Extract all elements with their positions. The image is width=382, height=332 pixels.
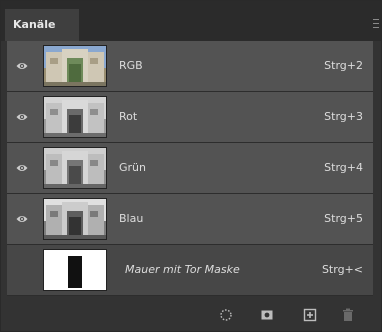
- channel-row-rgb[interactable]: RGB Strg+2: [7, 41, 373, 92]
- channel-row-blue[interactable]: Blau Strg+5: [7, 194, 373, 245]
- channel-shortcut: Strg+2: [324, 59, 363, 72]
- mask-thumbnail: [43, 249, 107, 291]
- channel-thumbnail: [43, 96, 107, 138]
- channel-shortcut: Strg+4: [324, 161, 363, 174]
- channel-name: Rot: [119, 110, 138, 123]
- eye-icon: [16, 114, 28, 120]
- channel-thumbnail: [43, 45, 107, 87]
- channel-row-red[interactable]: Rot Strg+3: [7, 92, 373, 143]
- panel-menu-icon[interactable]: [373, 19, 379, 29]
- visibility-toggle[interactable]: [7, 194, 37, 244]
- eye-icon: [16, 165, 28, 171]
- delete-channel-icon[interactable]: [341, 308, 355, 322]
- visibility-toggle[interactable]: [7, 92, 37, 142]
- channel-row-mask[interactable]: Mauer mit Tor Maske Strg+<: [7, 245, 373, 296]
- visibility-toggle[interactable]: [7, 41, 37, 91]
- channel-name: RGB: [119, 59, 143, 72]
- channel-name: Mauer mit Tor Maske: [125, 263, 240, 276]
- channel-row-green[interactable]: Grün Strg+4: [7, 143, 373, 194]
- eye-icon: [16, 63, 28, 69]
- panel-header: Kanäle: [1, 1, 381, 41]
- channel-thumbnail: [43, 147, 107, 189]
- channel-list: RGB Strg+2 Rot Strg+3 Grün Strg+4 Blau S…: [7, 41, 373, 296]
- channel-name: Grün: [119, 161, 146, 174]
- channels-panel: Kanäle RGB Strg+2 Rot Strg+3 Grün Strg+4…: [0, 0, 382, 332]
- save-selection-icon[interactable]: [260, 308, 274, 322]
- eye-icon: [16, 216, 28, 222]
- tab-channels[interactable]: Kanäle: [5, 9, 79, 41]
- channel-thumbnail: [43, 198, 107, 240]
- panel-footer: [1, 300, 381, 331]
- channel-shortcut: Strg+3: [324, 110, 363, 123]
- new-channel-icon[interactable]: [303, 308, 317, 322]
- visibility-toggle[interactable]: [7, 245, 37, 295]
- load-selection-icon[interactable]: [219, 308, 233, 322]
- visibility-toggle[interactable]: [7, 143, 37, 193]
- channel-shortcut: Strg+<: [321, 263, 363, 276]
- channel-name: Blau: [119, 212, 144, 225]
- channel-shortcut: Strg+5: [324, 212, 363, 225]
